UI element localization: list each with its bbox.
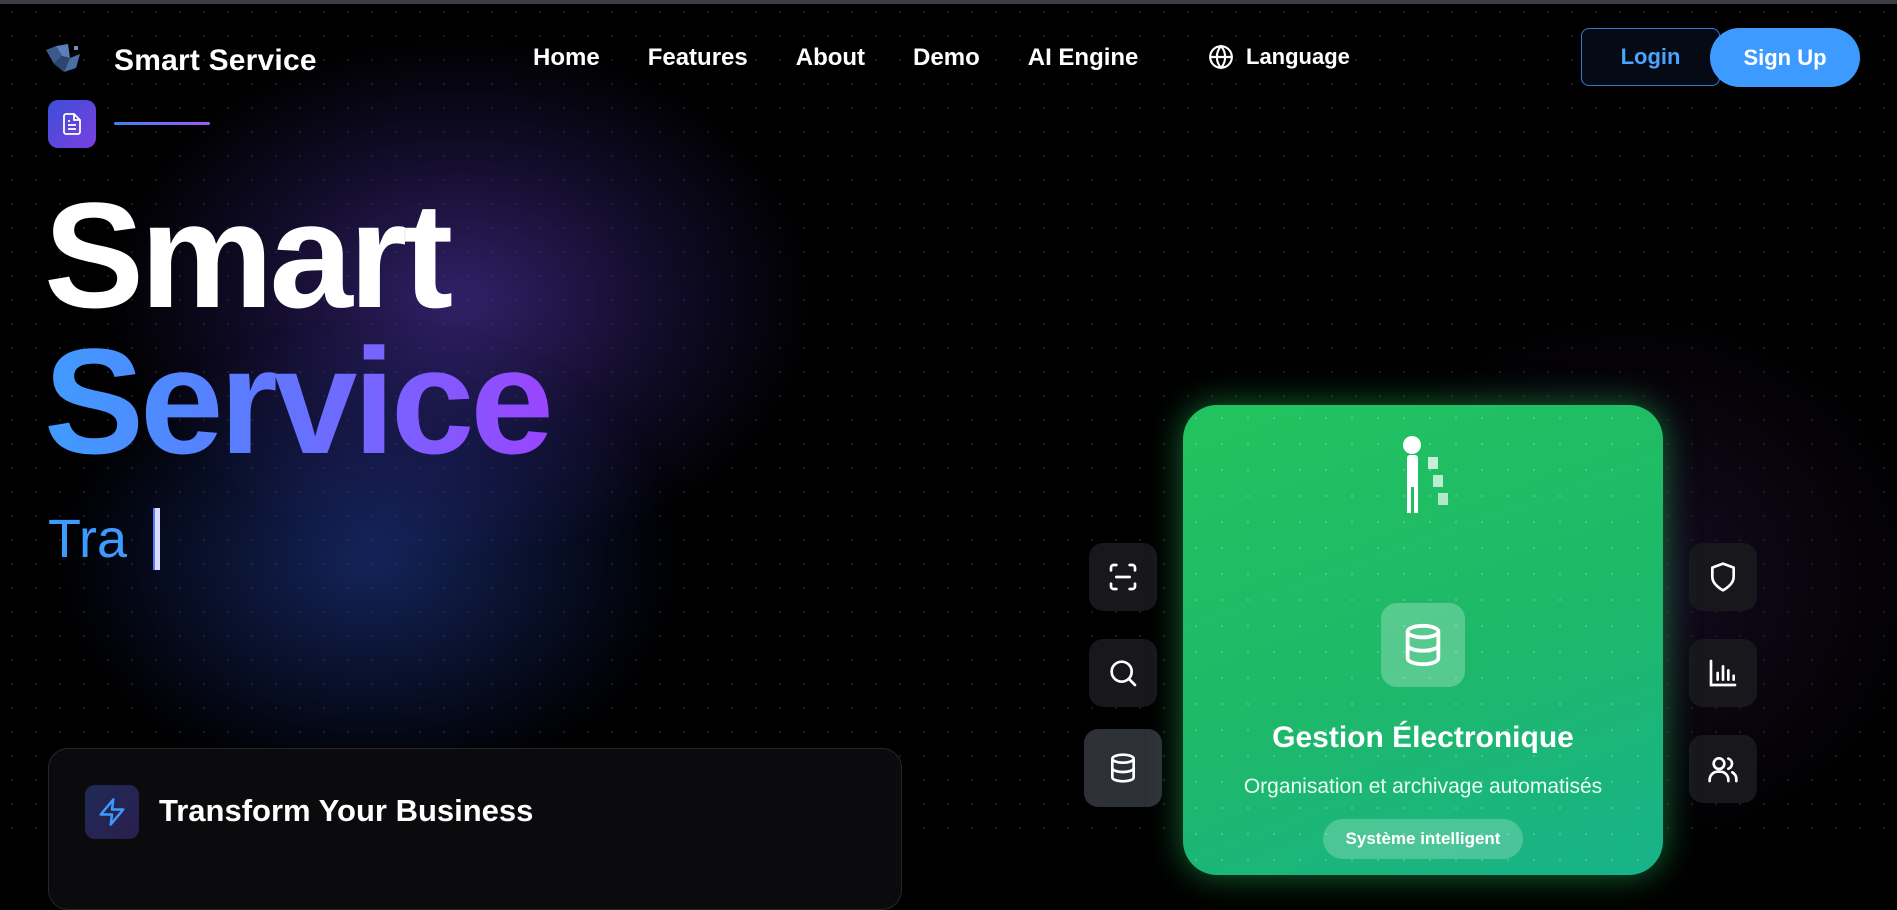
accent-divider [114, 122, 210, 125]
logo-icon[interactable] [46, 42, 84, 76]
shield-tile[interactable] [1689, 543, 1757, 611]
database-tile[interactable] [1084, 729, 1162, 807]
feature-card-title: Gestion Électronique [1272, 721, 1574, 754]
scan-icon [1109, 563, 1137, 591]
hero-title-line2: Service [44, 317, 554, 485]
main-menu: Home Features About Demo AI Engine [533, 44, 1138, 72]
brand-name[interactable]: Smart Service [114, 44, 317, 78]
feature-card[interactable]: Gestion Électronique Organisation et arc… [1183, 405, 1663, 875]
text-caret [153, 508, 160, 570]
users-tile[interactable] [1689, 735, 1757, 803]
transform-card[interactable]: Transform Your Business [48, 748, 902, 910]
language-label: Language [1246, 44, 1350, 69]
typing-text-value: Tra [48, 509, 127, 569]
nav-link-ai-engine[interactable]: AI Engine [1028, 44, 1139, 72]
document-badge [48, 100, 96, 148]
analytics-tile[interactable] [1689, 639, 1757, 707]
search-icon [1110, 660, 1137, 687]
nav-link-demo[interactable]: Demo [913, 44, 980, 72]
language-selector[interactable]: Language [1208, 44, 1350, 70]
database-icon [1405, 623, 1441, 667]
feature-card-subtitle: Organisation et archivage automatisés [1243, 775, 1603, 798]
search-tile[interactable] [1089, 639, 1157, 707]
signup-button[interactable]: Sign Up [1710, 28, 1860, 87]
scan-tile[interactable] [1089, 543, 1157, 611]
bar-chart-icon [1709, 659, 1737, 687]
transform-card-title: Transform Your Business [159, 793, 534, 828]
document-icon [63, 113, 81, 135]
database-icon [1111, 753, 1135, 783]
login-button[interactable]: Login [1581, 28, 1720, 86]
globe-icon [1209, 44, 1233, 70]
nav-link-home[interactable]: Home [533, 44, 600, 72]
nav-link-about[interactable]: About [796, 44, 865, 72]
hero-title-line1: Smart [44, 171, 453, 339]
shield-icon [1711, 562, 1735, 592]
top-navigation: Smart Service Home Features About Demo A… [0, 4, 1897, 112]
lightning-icon [99, 798, 125, 826]
typing-text: Tra [48, 508, 160, 570]
nav-link-features[interactable]: Features [648, 44, 748, 72]
person-figure-icon [1403, 436, 1448, 513]
users-icon [1708, 757, 1738, 783]
lightning-badge [85, 785, 139, 839]
feature-icon-box [1381, 603, 1465, 687]
feature-card-badge: Système intelligent [1323, 819, 1523, 859]
